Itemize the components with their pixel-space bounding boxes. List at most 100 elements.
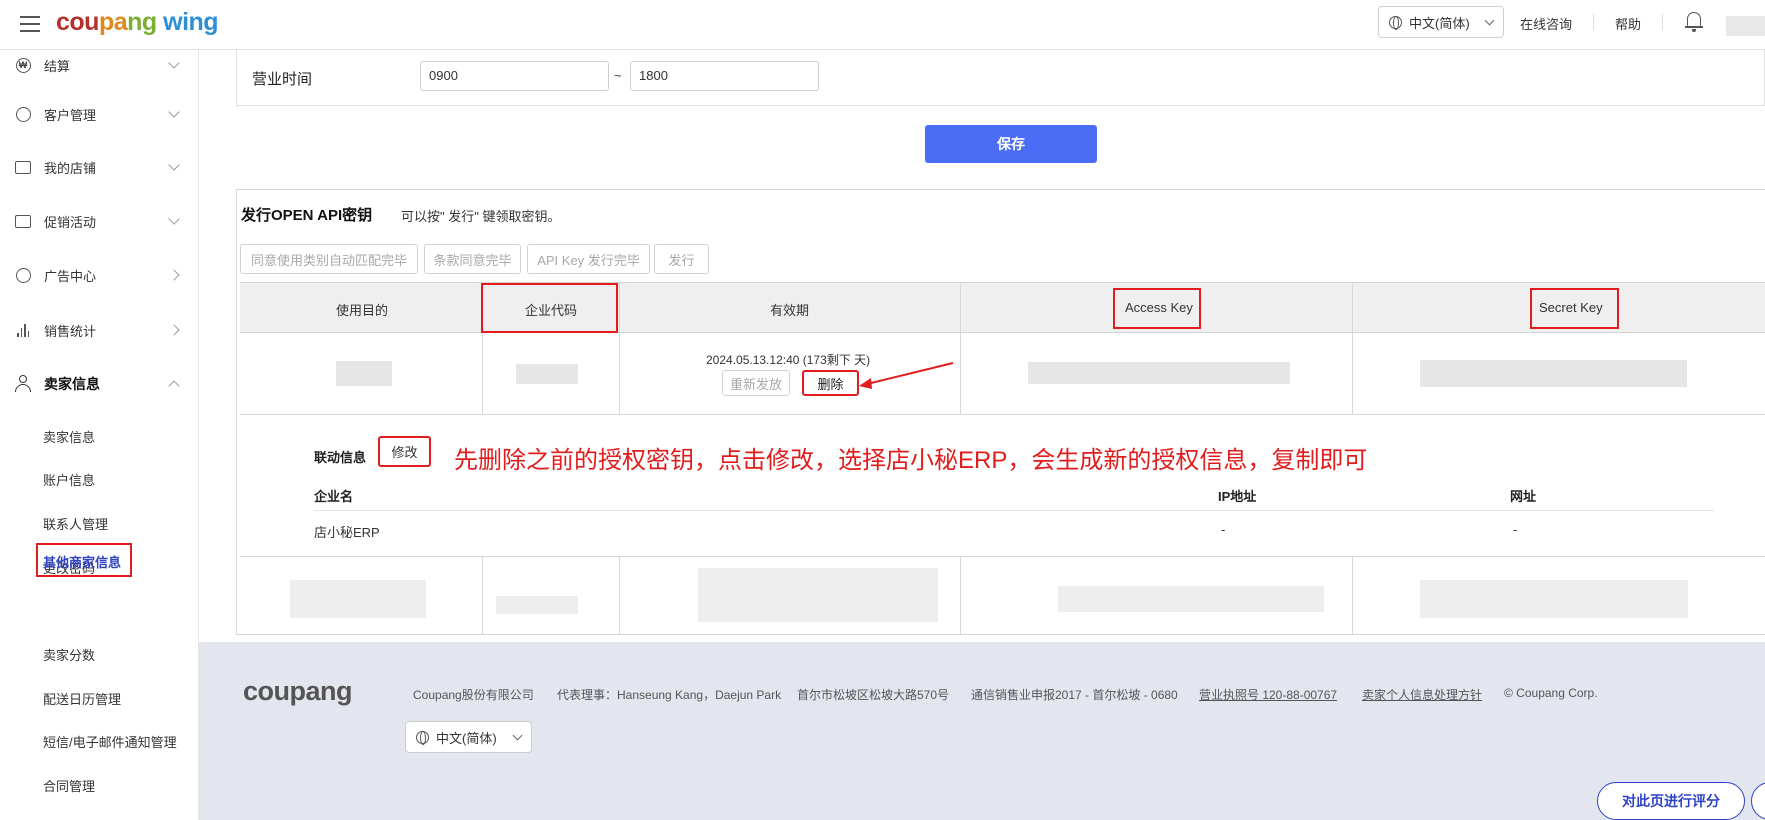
sub-item-seller-score[interactable]: 卖家分数 [43,645,95,664]
footer-license-link[interactable]: 营业执照号 120-88-00767 [1199,686,1337,703]
footer-address: 首尔市松坡区松坡大路570号 [797,688,950,702]
divider [1593,14,1594,30]
sub-item-other-merchant-info[interactable]: 其他商家信息 [36,543,132,577]
chevron-down-icon [168,105,180,118]
help-link[interactable]: 帮助 [1615,14,1641,33]
chevron-right-icon [168,269,180,281]
instruction-annotation: 先删除之前的授权密钥，点击修改，选择店小秘ERP，会生成新的授权信息，复制即可 [454,447,1368,474]
rate-page-button[interactable]: 对此页进行评分 [1597,782,1745,820]
smile-icon [15,106,31,122]
avatar[interactable] [1726,16,1765,36]
divider [1662,14,1663,30]
hours-separator: ~ [614,68,622,83]
api-section-title: 发行OPEN API密钥 [241,207,373,224]
api-section-description: 可以按" 发行" 键领取密钥。 [401,209,561,224]
hamburger-menu-icon[interactable] [20,16,40,32]
sidebar-item-ads[interactable]: 广告中心 [0,260,199,290]
sub-item-contact-management[interactable]: 联系人管理 [43,514,108,533]
divider [960,556,961,634]
status-terms-agreed-button[interactable]: 条款同意完毕 [424,244,521,274]
footer-company: Coupang股份有限公司 [413,688,534,702]
sub-item-delivery-calendar[interactable]: 配送日历管理 [43,689,121,708]
language-select-label: 中文(简体) [1409,15,1470,31]
issue-button[interactable]: 发行 [654,244,709,274]
sidebar-item-promotion[interactable]: 促销活动 [0,206,199,236]
blurred-secret-key [1420,360,1687,387]
bell-icon[interactable] [1685,12,1703,32]
chevron-down-icon [512,730,523,740]
link-column-ip: IP地址 [1218,489,1257,504]
link-info-label: 联动信息 [314,450,367,465]
highlight-box [481,283,618,333]
sub-item-seller-info[interactable]: 卖家信息 [43,427,95,446]
valid-until-text: 2024.05.13.12:40 (173剩下 天) [706,353,871,367]
blurred-company-code [516,364,578,384]
coupon-icon [15,214,31,228]
footer-privacy-link[interactable]: 卖家个人信息处理方针 [1362,686,1482,703]
chevron-down-icon [1484,15,1495,25]
sidebar-item-store[interactable]: 我的店铺 [0,152,199,182]
sub-item-account-info[interactable]: 账户信息 [43,470,95,489]
blurred-access-key [1028,362,1290,384]
column-purpose: 使用目的 [336,303,389,318]
divider [619,282,620,414]
highlight-box [1530,288,1619,329]
divider [960,282,961,414]
annotation-arrow-icon [859,362,954,389]
link-column-company: 企业名 [314,489,354,504]
chevron-right-icon [168,324,180,336]
sidebar-item-seller-info[interactable]: 卖家信息 [0,369,199,399]
blurred-purpose [336,361,392,386]
chevron-up-icon [168,380,180,392]
divider [619,556,620,634]
status-key-issued-button[interactable]: API Key 发行完毕 [527,244,650,274]
blurred-cell [698,568,938,622]
hours-end-input[interactable]: 1800 [630,61,819,91]
blurred-cell [1058,586,1324,612]
blurred-cell [1420,580,1688,618]
delete-button[interactable]: 删除 [802,370,859,396]
link-company-name: 店小秘ERP [314,525,380,540]
bar-chart-icon [17,323,29,337]
sidebar-item-settlement[interactable]: ₩ 结算 [0,50,199,80]
chevron-down-icon [168,212,180,225]
column-validity: 有效期 [770,303,810,318]
business-hours-label: 营业时间 [252,71,313,88]
globe-icon [1389,15,1402,30]
won-icon: ₩ [15,57,31,73]
link-ip-value: - [1221,522,1226,537]
divider [1352,556,1353,634]
blurred-cell [290,580,426,618]
coupang-wing-logo[interactable]: coupang wing [56,8,219,37]
globe-icon [416,730,429,745]
link-url-value: - [1513,522,1518,537]
link-column-url: 网址 [1510,489,1537,504]
footer-telecom: 通信销售业申报2017 - 首尔松坡 - 0680 [971,688,1178,702]
store-icon [15,160,31,174]
save-button[interactable]: 保存 [925,125,1097,163]
chevron-down-icon [168,56,180,69]
divider [482,556,483,634]
chevron-down-icon [168,158,180,171]
sidebar-item-customer[interactable]: 客户管理 [0,99,199,129]
reissue-button[interactable]: 重新发放 [722,370,790,396]
footer-logo[interactable]: coupang [243,676,353,707]
sidebar-item-statistics[interactable]: 销售统计 [0,315,199,345]
sub-item-notification-management[interactable]: 短信/电子邮件通知管理 [43,732,177,751]
footer-copyright: © Coupang Corp. [1504,686,1598,700]
language-select[interactable]: 中文(简体) [1378,6,1504,38]
divider [1352,282,1353,414]
divider [314,510,1714,511]
blurred-cell [496,596,578,614]
footer-ceo: 代表理事：Hanseung Kang，Daejun Park [557,688,782,702]
footer-language-label: 中文(简体) [436,730,497,746]
sub-item-contract-management[interactable]: 合同管理 [43,776,95,795]
highlight-box [1113,288,1201,329]
top-bar: coupang wing 中文(简体) 在线咨询 帮助 [0,0,1765,50]
status-category-agreed-button[interactable]: 同意使用类别自动匹配完毕 [240,244,418,274]
divider [240,556,1765,557]
online-consult-link[interactable]: 在线咨询 [1520,14,1572,33]
hours-start-input[interactable]: 0900 [420,61,609,91]
modify-button[interactable]: 修改 [378,436,431,467]
footer-language-select[interactable]: 中文(简体) [405,721,532,753]
